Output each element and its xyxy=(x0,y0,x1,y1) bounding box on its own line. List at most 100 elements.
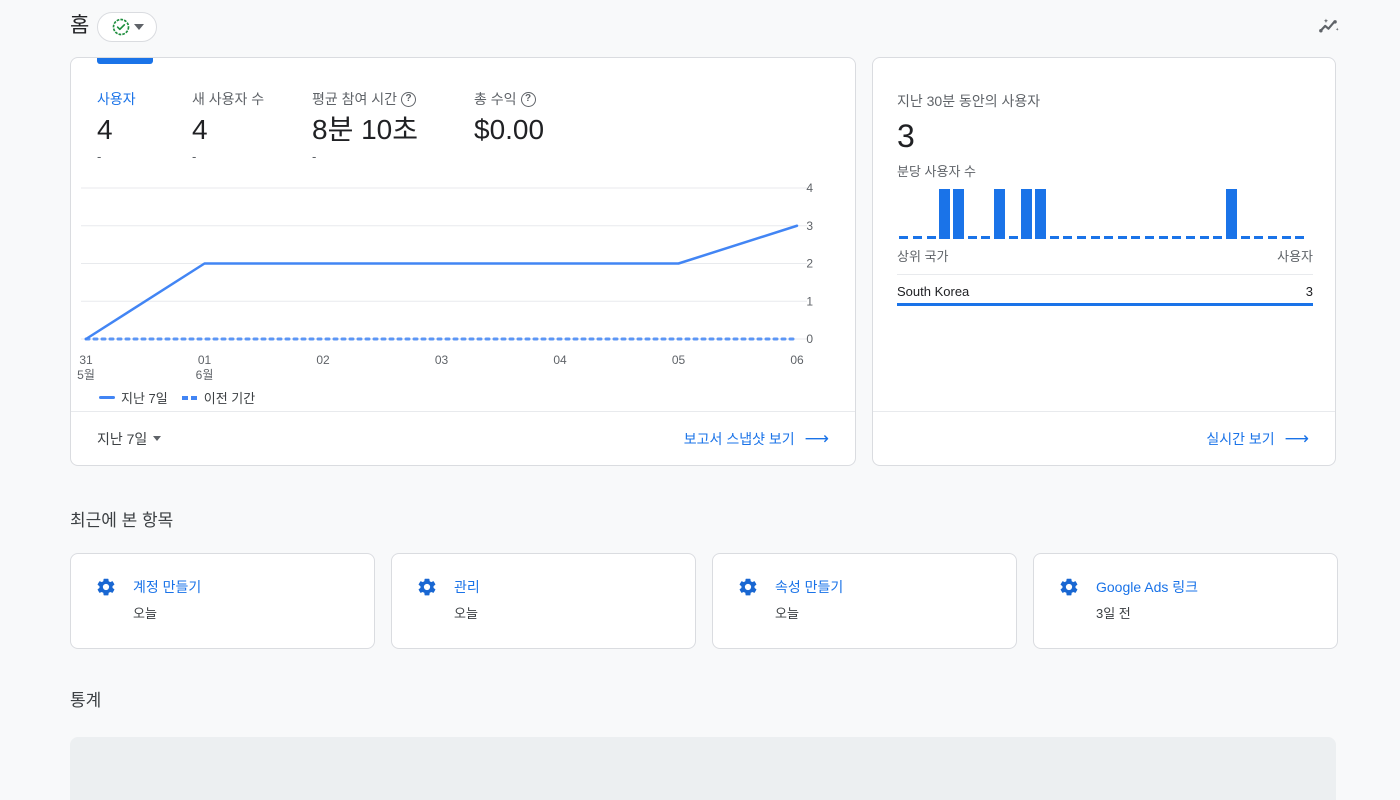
metric-value: 4 xyxy=(192,114,208,145)
view-realtime-link[interactable]: 실시간 보기 ⟶ xyxy=(1206,429,1309,449)
recent-item-header: 계정 만들기 xyxy=(95,576,350,598)
sparkline-bar xyxy=(1213,236,1223,239)
recently-viewed-title: 최근에 본 항목 xyxy=(70,511,174,530)
chevron-down-icon xyxy=(133,24,144,30)
legend-label: 이전 기간 xyxy=(203,391,256,406)
svg-text:3: 3 xyxy=(806,219,813,233)
recent-item-time: 오늘 xyxy=(133,606,157,621)
column-header-country: 상위 국가 xyxy=(897,249,949,264)
gear-icon xyxy=(739,578,757,596)
overview-card-footer: 지난 7일 보고서 스냅샷 보기 ⟶ xyxy=(71,411,855,465)
recent-item-card[interactable]: Google Ads 링크 3일 전 xyxy=(1033,553,1338,649)
sparkline-slot xyxy=(1061,184,1075,239)
realtime-value: 3 xyxy=(897,118,915,154)
sparkline-bar xyxy=(912,236,922,239)
sparkline-slot xyxy=(1170,184,1184,239)
svg-text:05: 05 xyxy=(672,353,686,367)
sparkline-slot xyxy=(1129,184,1143,239)
metric-avg-engagement-time[interactable]: 평균 참여 시간 ? 8분 10초 - xyxy=(312,89,474,165)
date-range-selector[interactable]: 지난 7일 xyxy=(97,429,162,449)
metric-users[interactable]: 사용자 4 - xyxy=(97,89,192,165)
metric-value: $0.00 xyxy=(474,114,545,145)
link-label: 실시간 보기 xyxy=(1206,430,1275,447)
sparkline-slot xyxy=(993,184,1007,239)
legend-item-previous: 이전 기간 xyxy=(181,388,256,407)
sparkline-bar xyxy=(993,189,1005,239)
svg-text:06: 06 xyxy=(790,353,804,367)
sparkline-bar xyxy=(1090,236,1100,239)
sparkline-bar xyxy=(1226,189,1238,239)
recent-item-time: 오늘 xyxy=(775,606,799,621)
recent-item-card[interactable]: 계정 만들기오늘 xyxy=(70,553,375,649)
sparkline-slot xyxy=(897,184,911,239)
svg-text:4: 4 xyxy=(806,181,813,195)
realtime-sparkline xyxy=(897,184,1307,239)
recent-item-card[interactable]: 속성 만들기오늘 xyxy=(712,553,1017,649)
legend-swatch-solid xyxy=(99,396,115,399)
sparkline-bar xyxy=(1172,236,1182,239)
recent-item-header: 관리 xyxy=(416,576,671,598)
sparkline-bar xyxy=(1131,236,1141,239)
metric-value: 8분 10초 xyxy=(312,114,419,145)
metrics-row: 사용자 4 - 새 사용자 수 4 - 평균 참여 시간 ? 8분 10초 - … xyxy=(97,89,594,165)
svg-text:2: 2 xyxy=(806,257,813,271)
page-header: 홈 xyxy=(0,0,1400,53)
table-header-row: 상위 국가 사용자 xyxy=(897,246,1313,275)
sparkline-slot xyxy=(1252,184,1266,239)
sparkline-slot xyxy=(1102,184,1116,239)
sparkline-bar xyxy=(1295,236,1305,239)
metric-label: 사용자 xyxy=(97,91,136,107)
sparkline-slot xyxy=(911,184,925,239)
sparkline-bar xyxy=(1240,236,1250,239)
sparkline-bar xyxy=(1034,189,1046,239)
table-row[interactable]: South Korea 3 xyxy=(897,275,1313,306)
line-chart-svg: 01234315월016월02 03 04 05 06 xyxy=(77,181,813,382)
sparkline-slot xyxy=(1088,184,1102,239)
view-report-snapshot-link[interactable]: 보고서 스냅샷 보기 ⟶ xyxy=(684,429,829,449)
sparkline-bar xyxy=(981,236,991,239)
sparkline-slot xyxy=(1184,184,1198,239)
sparkline-slot xyxy=(1047,184,1061,239)
legend-swatch-dashed xyxy=(181,395,198,400)
metric-label: 총 수익 xyxy=(474,91,517,107)
gear-icon xyxy=(1060,578,1078,596)
sparkline-slot xyxy=(1197,184,1211,239)
arrow-right-icon: ⟶ xyxy=(804,428,829,448)
recently-viewed-list: 계정 만들기 오늘 관리 오늘 속성 만들기 오늘 Google Ads 링크 3일 전 xyxy=(70,553,1338,649)
sparkline-bar xyxy=(967,236,977,239)
help-icon[interactable]: ? xyxy=(401,91,417,107)
sparkline-slot xyxy=(1238,184,1252,239)
realtime-card: 지난 30분 동안의 사용자 3 분당 사용자 수 상위 국가 사용자 Sout… xyxy=(872,57,1336,466)
sparkline-slot xyxy=(1075,184,1089,239)
column-header-users: 사용자 xyxy=(1277,249,1313,264)
gear-icon xyxy=(418,578,436,596)
svg-text:04: 04 xyxy=(553,353,567,367)
active-tab-indicator xyxy=(97,58,153,64)
help-icon[interactable]: ? xyxy=(520,91,536,107)
legend-label: 지난 7일 xyxy=(121,391,168,406)
sparkline-bar xyxy=(1158,236,1168,239)
sparkline-bar xyxy=(899,236,909,239)
stats-title: 통계 xyxy=(70,691,102,710)
sparkline-slot xyxy=(1211,184,1225,239)
cell-country: South Korea xyxy=(897,284,970,299)
realtime-label: 지난 30분 동안의 사용자 xyxy=(897,93,1041,109)
svg-text:31: 31 xyxy=(79,353,93,367)
metric-total-revenue[interactable]: 총 수익 ? $0.00 xyxy=(474,89,594,165)
verified-check-icon xyxy=(112,18,129,36)
sparkline-slot xyxy=(1225,184,1239,239)
sparkline-bar xyxy=(1254,236,1264,239)
svg-text:01: 01 xyxy=(198,353,212,367)
sparkline-slot xyxy=(924,184,938,239)
link-label: 보고서 스냅샷 보기 xyxy=(683,430,795,447)
page-title: 홈 xyxy=(70,14,90,37)
metric-new-users[interactable]: 새 사용자 수 4 - xyxy=(192,89,312,165)
sparkline-bar xyxy=(1063,236,1073,239)
insights-trend-icon[interactable] xyxy=(1316,13,1342,39)
recent-item-card[interactable]: 관리 오늘 xyxy=(391,553,696,649)
account-selector-chip[interactable] xyxy=(97,12,157,42)
date-range-label: 지난 7일 xyxy=(97,430,148,447)
legend-item-current: 지난 7일 xyxy=(99,388,168,407)
sparkline-slot xyxy=(952,184,966,239)
recent-item-title: 속성 만들기 xyxy=(775,579,844,595)
